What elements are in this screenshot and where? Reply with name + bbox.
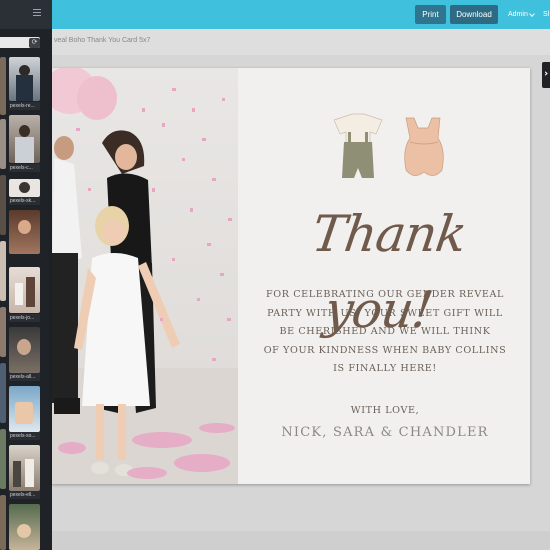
media-thumbnail[interactable] xyxy=(9,267,40,313)
family-photo[interactable] xyxy=(52,68,238,484)
card-message: FOR CELEBRATING OUR GENDER REVEAL PARTY … xyxy=(260,286,510,379)
thumbnail-label: pexels-sk... xyxy=(9,197,40,205)
download-button[interactable]: Download xyxy=(450,5,498,24)
thumbnail-label: pexels-c... xyxy=(9,164,40,172)
message-line: OF YOUR KINDNESS WHEN BABY COLLINS xyxy=(263,344,507,356)
media-thumbnail[interactable] xyxy=(9,327,40,373)
message-line: FOR CELEBRATING OUR GENDER REVEAL xyxy=(266,289,504,300)
breadcrumb: veal Boho Thank You Card 5x7 xyxy=(54,37,151,44)
closing-text: WITH LOVE, xyxy=(350,405,420,416)
media-thumbnail[interactable] xyxy=(0,241,6,301)
signature-names: NICK, SARA & CHANDLER xyxy=(281,425,489,440)
message-line: IS FINALLY HERE! xyxy=(333,363,437,374)
family-photo-image xyxy=(52,68,238,484)
media-thumbnail[interactable] xyxy=(9,115,40,163)
extra-menu[interactable]: Sl xyxy=(543,5,549,24)
media-thumbnail[interactable] xyxy=(0,307,6,357)
panel-toggle-button[interactable] xyxy=(542,62,550,88)
thumbnail-label: pexels-all... xyxy=(9,373,40,381)
thumbnail-label: pexels-re... xyxy=(9,102,40,110)
media-thumbnail[interactable] xyxy=(0,429,6,489)
media-thumbnail[interactable] xyxy=(9,57,40,101)
media-thumbnail[interactable] xyxy=(0,495,6,550)
chevron-right-icon xyxy=(543,71,548,76)
print-button[interactable]: Print xyxy=(415,5,446,24)
media-sidebar: ⟳ pexels-re... pexels-c... pexels-sk... … xyxy=(0,29,52,550)
media-thumbnail[interactable] xyxy=(9,504,40,550)
baby-clothes-illustration xyxy=(333,113,444,178)
card-text-panel[interactable]: Thank you! FOR CELEBRATING OUR GENDER RE… xyxy=(238,68,530,484)
media-thumbnail[interactable] xyxy=(9,386,40,432)
thank-you-card[interactable]: Thank you! FOR CELEBRATING OUR GENDER RE… xyxy=(52,68,530,484)
media-thumbnail[interactable] xyxy=(0,119,6,169)
refresh-icon[interactable]: ⟳ xyxy=(29,38,40,48)
media-thumbnail[interactable] xyxy=(0,57,6,115)
thumbnail-label: pexels-jo... xyxy=(9,314,40,322)
media-thumbnail[interactable] xyxy=(0,175,6,235)
media-thumbnail[interactable] xyxy=(0,363,6,423)
media-thumbnail[interactable] xyxy=(9,210,40,254)
media-thumbnail[interactable] xyxy=(9,445,40,491)
sidebar-header xyxy=(0,0,52,29)
thank-you-heading: Thank you! xyxy=(308,205,470,339)
admin-menu[interactable]: Admin xyxy=(508,5,528,24)
message-line: BE CHERISHED AND WE WILL THINK xyxy=(279,326,491,337)
media-thumbnail[interactable] xyxy=(9,179,40,197)
thumbnail-label: pexels-so... xyxy=(9,432,40,440)
thumbnail-label: pexels-ell... xyxy=(9,491,40,499)
bottom-strip xyxy=(52,531,550,550)
menu-icon[interactable] xyxy=(33,9,41,17)
message-line: PARTY WITH US! YOUR SWEET GIFT WILL xyxy=(267,307,503,319)
